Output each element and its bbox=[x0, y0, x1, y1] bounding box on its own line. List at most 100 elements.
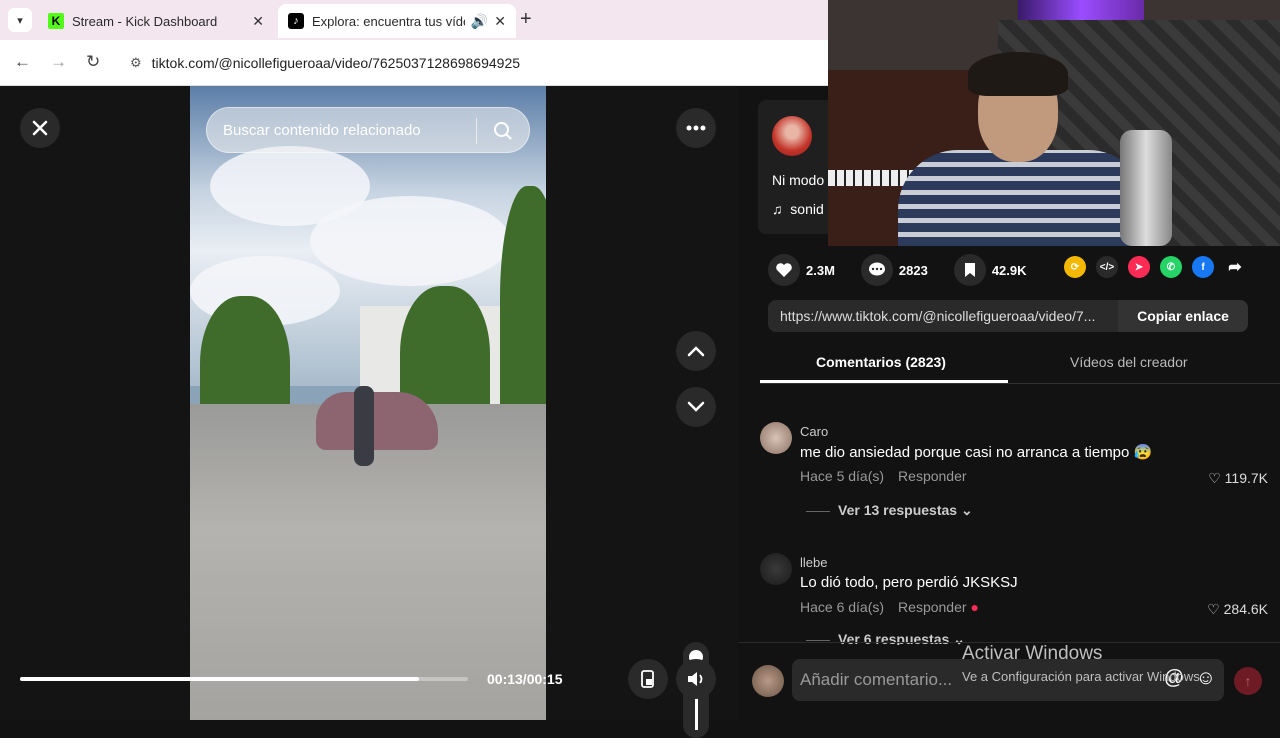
webcam-light bbox=[1018, 0, 1144, 22]
tab-tiktok-explore[interactable]: ♪ Explora: encuentra tus vídeos 🔊 ✕ bbox=[278, 4, 516, 38]
view-replies-button[interactable]: Ver 13 respuestas ⌄ bbox=[806, 502, 973, 519]
user-avatar bbox=[752, 665, 784, 697]
search-divider bbox=[476, 118, 477, 144]
activation-subtitle: Ve a Configuración para activar Windows. bbox=[962, 669, 1204, 684]
post-info-card: Ni modo ♫ sonid bbox=[758, 100, 838, 234]
comment-date: Hace 6 día(s) bbox=[800, 599, 885, 615]
tab-creator-videos[interactable]: Vídeos del creador bbox=[1070, 354, 1188, 370]
engagement-row: 2.3M 2823 42.9K bbox=[768, 254, 1053, 286]
heart-icon bbox=[768, 254, 800, 286]
close-tab-icon[interactable]: ✕ bbox=[252, 13, 264, 30]
music-row[interactable]: ♫ sonid bbox=[772, 201, 824, 217]
activation-title: Activar Windows bbox=[962, 643, 1103, 664]
video-player[interactable] bbox=[190, 86, 546, 720]
comment-placeholder: Añadir comentario... bbox=[800, 670, 953, 689]
panel-tabs: Comentarios (2823) Vídeos del creador bbox=[760, 348, 1280, 384]
forward-icon[interactable]: → bbox=[50, 52, 67, 72]
view-replies-label: Ver 13 respuestas bbox=[838, 502, 958, 518]
commenter-avatar[interactable] bbox=[760, 422, 792, 454]
embed-icon[interactable]: </> bbox=[1096, 256, 1118, 278]
reply-button[interactable]: Responder bbox=[898, 599, 967, 615]
speaker-icon[interactable]: 🔊 bbox=[471, 13, 488, 30]
commenter-name[interactable]: llebe bbox=[800, 555, 827, 570]
chevron-down-icon[interactable] bbox=[676, 387, 716, 427]
comment-text: Lo dió todo, pero perdió JKSKSJ bbox=[800, 574, 1018, 591]
comment-like-count: 119.7K bbox=[1224, 470, 1268, 486]
send-friend-icon[interactable]: ➤ bbox=[1128, 256, 1150, 278]
search-placeholder: Buscar contenido relacionado bbox=[223, 121, 421, 139]
video-time: 00:13/00:15 bbox=[487, 671, 563, 687]
more-options-icon[interactable] bbox=[676, 108, 716, 148]
video-person bbox=[354, 386, 374, 466]
chevron-up-icon[interactable] bbox=[676, 331, 716, 371]
kick-icon: K bbox=[48, 13, 64, 29]
send-arrow-icon[interactable]: ↑ bbox=[1234, 667, 1262, 695]
comment-meta: Hace 5 día(s) Responder bbox=[800, 468, 967, 484]
close-tab-icon[interactable]: ✕ bbox=[494, 13, 506, 30]
browser-tab-bar: ▾ K Stream - Kick Dashboard ✕ ♪ Explora:… bbox=[0, 0, 828, 40]
chevron-down-icon: ⌄ bbox=[960, 502, 973, 518]
share-icons: ⟳ </> ➤ ✆ f ➦ bbox=[1064, 256, 1256, 278]
comment-count: 2823 bbox=[898, 262, 928, 278]
back-icon[interactable]: ← bbox=[14, 52, 31, 72]
comment-text-content: me dio ansiedad porque casi no arranca a… bbox=[800, 444, 1130, 461]
reply-button[interactable]: Responder bbox=[898, 468, 967, 484]
post-link[interactable]: https://www.tiktok.com/@nicollefigueroaa… bbox=[768, 308, 1118, 324]
video-cloud bbox=[310, 196, 510, 286]
like-count: 2.3M bbox=[806, 262, 835, 278]
video-progress-fill bbox=[20, 677, 419, 681]
repost-icon[interactable]: ⟳ bbox=[1064, 256, 1086, 278]
share-arrow-icon[interactable]: ➦ bbox=[1224, 256, 1246, 278]
comment-button[interactable]: 2823 bbox=[860, 254, 928, 286]
whatsapp-icon[interactable]: ✆ bbox=[1160, 256, 1182, 278]
comment-meta: Hace 6 día(s) Responder ● bbox=[800, 599, 979, 615]
volume-icon[interactable] bbox=[676, 659, 716, 699]
bookmark-icon bbox=[953, 254, 986, 286]
webcam-overlay bbox=[828, 0, 1280, 246]
tab-kick-dashboard[interactable]: K Stream - Kick Dashboard ✕ bbox=[38, 4, 274, 38]
replies-line bbox=[806, 639, 830, 641]
comment-like-button[interactable]: ♡ 119.7K bbox=[1208, 470, 1268, 487]
reload-icon[interactable]: ↻ bbox=[86, 52, 100, 72]
webcam-person-hair bbox=[968, 52, 1068, 96]
windows-activation-watermark: Activar Windows Ve a Configuración para … bbox=[962, 643, 1203, 684]
copy-link-button[interactable]: Copiar enlace bbox=[1118, 300, 1248, 332]
music-icon: ♫ bbox=[772, 201, 783, 217]
commenter-avatar[interactable] bbox=[760, 553, 792, 585]
related-search-input[interactable]: Buscar contenido relacionado bbox=[206, 107, 530, 153]
creator-liked-icon: ● bbox=[970, 599, 979, 615]
comment-text: me dio ansiedad porque casi no arranca a… bbox=[800, 443, 1152, 461]
author-avatar[interactable] bbox=[772, 116, 812, 156]
url-text: tiktok.com/@nicollefigueroaa/video/76250… bbox=[151, 55, 521, 71]
video-trees bbox=[500, 186, 546, 436]
comment-like-count: 284.6K bbox=[1223, 601, 1268, 617]
video-car bbox=[316, 392, 438, 450]
active-tab-indicator bbox=[760, 380, 1008, 383]
tab-comments[interactable]: Comentarios (2823) bbox=[816, 354, 946, 370]
video-viewer bbox=[0, 86, 738, 738]
comment-icon bbox=[860, 254, 893, 286]
save-button[interactable]: 42.9K bbox=[953, 254, 1027, 286]
tab-title: Explora: encuentra tus vídeos bbox=[312, 13, 465, 29]
copy-link-row: https://www.tiktok.com/@nicollefigueroaa… bbox=[768, 300, 1248, 332]
new-tab-button[interactable]: + bbox=[520, 8, 532, 31]
address-bar-row: ← → ↻ ⚙ tiktok.com/@nicollefigueroaa/vid… bbox=[0, 40, 828, 86]
anxious-emoji-icon: 😰 bbox=[1133, 444, 1153, 461]
facebook-icon[interactable]: f bbox=[1192, 256, 1214, 278]
music-name: sonid bbox=[790, 201, 824, 217]
url-field[interactable]: ⚙ tiktok.com/@nicollefigueroaa/video/762… bbox=[120, 46, 828, 80]
close-icon[interactable] bbox=[20, 108, 60, 148]
save-count: 42.9K bbox=[991, 262, 1027, 278]
like-button[interactable]: 2.3M bbox=[768, 254, 835, 286]
post-description: Ni modo bbox=[772, 172, 825, 188]
comment-like-button[interactable]: ♡ 284.6K bbox=[1207, 601, 1268, 618]
site-info-icon[interactable]: ⚙ bbox=[130, 55, 142, 71]
commenter-name[interactable]: Caro bbox=[800, 424, 828, 439]
comment-date: Hace 5 día(s) bbox=[800, 468, 885, 484]
tab-search-menu-button[interactable]: ▾ bbox=[8, 8, 32, 32]
replies-line bbox=[806, 510, 830, 512]
search-icon[interactable] bbox=[493, 121, 513, 141]
video-progress-bar[interactable] bbox=[20, 677, 468, 681]
picture-in-picture-icon[interactable] bbox=[628, 659, 668, 699]
webcam-person-shirt bbox=[898, 150, 1148, 246]
